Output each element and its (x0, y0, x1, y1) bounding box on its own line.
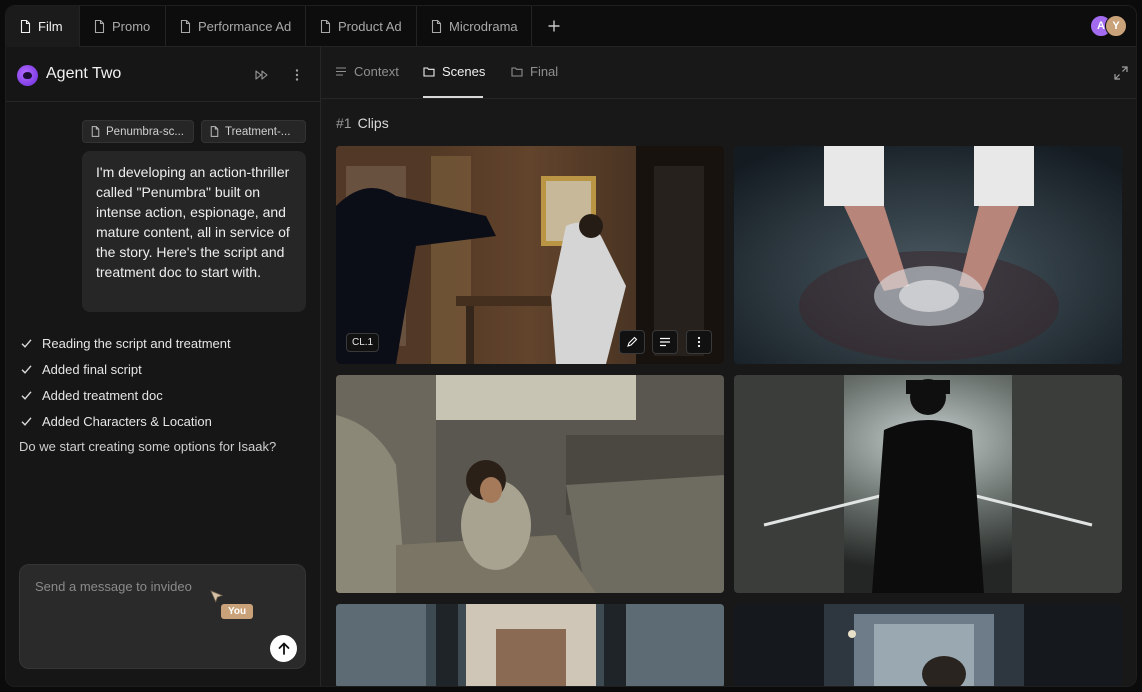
list-icon (336, 67, 346, 76)
clip-thumbnail[interactable] (336, 375, 724, 593)
tab-film[interactable]: Film (6, 6, 80, 47)
more-vertical-icon (697, 336, 701, 348)
tab-microdrama[interactable]: Microdrama (417, 6, 532, 47)
document-icon (320, 20, 331, 33)
agent-logo (17, 65, 38, 86)
document-icon (94, 20, 105, 33)
document-icon (431, 20, 442, 33)
active-tab-indicator (423, 96, 483, 98)
clip-image (734, 375, 1122, 593)
clip-thumbnail[interactable] (336, 604, 724, 686)
project-tab-bar: Film Promo Performance Ad Product Ad Mic… (6, 6, 1136, 47)
clip-thumbnail[interactable] (734, 375, 1122, 593)
check-icon (21, 390, 32, 400)
document-icon (20, 20, 31, 33)
tab-label: Performance Ad (198, 19, 292, 34)
agent-panel: Agent Two Penumbra-sc... Treatment-... I… (6, 47, 321, 686)
attachment-chip[interactable]: Penumbra-sc... (82, 120, 194, 143)
step-item: Added treatment doc (21, 386, 163, 404)
message-composer: You (19, 564, 306, 669)
scenes-panel: Context Scenes Final #1 Clips CL.1 (321, 47, 1136, 686)
step-item: Added Characters & Location (21, 412, 212, 430)
more-vertical-icon (295, 69, 299, 81)
step-item: Reading the script and treatment (21, 334, 231, 352)
clip-details-button[interactable] (652, 330, 678, 354)
tab-label: Film (38, 19, 63, 34)
agent-header: Agent Two (6, 47, 320, 102)
check-icon (21, 338, 32, 348)
tab-label: Promo (112, 19, 151, 34)
document-icon (180, 20, 191, 33)
app-window: Film Promo Performance Ad Product Ad Mic… (5, 5, 1137, 687)
document-icon (210, 126, 219, 137)
edit-clip-button[interactable] (619, 330, 645, 354)
clip-image (734, 604, 1122, 686)
tab-performance-ad[interactable]: Performance Ad (166, 6, 306, 47)
tab-scenes[interactable]: Scenes (423, 64, 485, 79)
clip-image (336, 604, 724, 686)
arrow-up-icon (278, 642, 289, 655)
clip-thumbnail[interactable] (734, 604, 1122, 686)
user-message: I'm developing an action-thriller called… (82, 151, 306, 312)
text-lines-icon (660, 337, 670, 347)
tab-final[interactable]: Final (511, 64, 558, 79)
clip-image (734, 146, 1122, 364)
clip-more-button[interactable] (686, 330, 712, 354)
check-icon (21, 416, 32, 426)
clip-image (336, 375, 724, 593)
step-item: Added final script (21, 360, 142, 378)
avatar[interactable]: Y (1105, 15, 1127, 37)
agent-question: Do we start creating some options for Is… (19, 439, 277, 454)
mouse-cursor-icon (210, 590, 224, 603)
plus-icon (548, 20, 560, 32)
section-title: #1 Clips (336, 115, 389, 131)
tab-context[interactable]: Context (335, 64, 399, 79)
folder-icon (423, 67, 435, 77)
agent-title: Agent Two (46, 65, 122, 82)
more-options-button[interactable] (289, 67, 305, 83)
collaborator-cursor-badge: You (221, 604, 254, 619)
tab-label: Product Ad (338, 19, 402, 34)
tab-product-ad[interactable]: Product Ad (306, 6, 417, 47)
attachment-chip[interactable]: Treatment-... (201, 120, 306, 143)
folder-icon (511, 67, 523, 77)
document-icon (91, 126, 100, 137)
view-tabs: Context Scenes Final (321, 47, 1136, 99)
fast-forward-button[interactable] (254, 67, 270, 83)
expand-icon[interactable] (1114, 66, 1128, 80)
check-icon (21, 364, 32, 374)
clip-thumbnail[interactable]: CL.1 (336, 146, 724, 364)
tab-label: Microdrama (449, 19, 518, 34)
fast-forward-icon (255, 70, 268, 80)
add-tab-button[interactable] (544, 16, 564, 36)
message-input[interactable] (35, 579, 215, 594)
send-button[interactable] (270, 635, 297, 662)
pencil-icon (627, 336, 638, 347)
clip-label: CL.1 (346, 333, 380, 352)
clip-thumbnail[interactable] (734, 146, 1122, 364)
tab-promo[interactable]: Promo (80, 6, 166, 47)
